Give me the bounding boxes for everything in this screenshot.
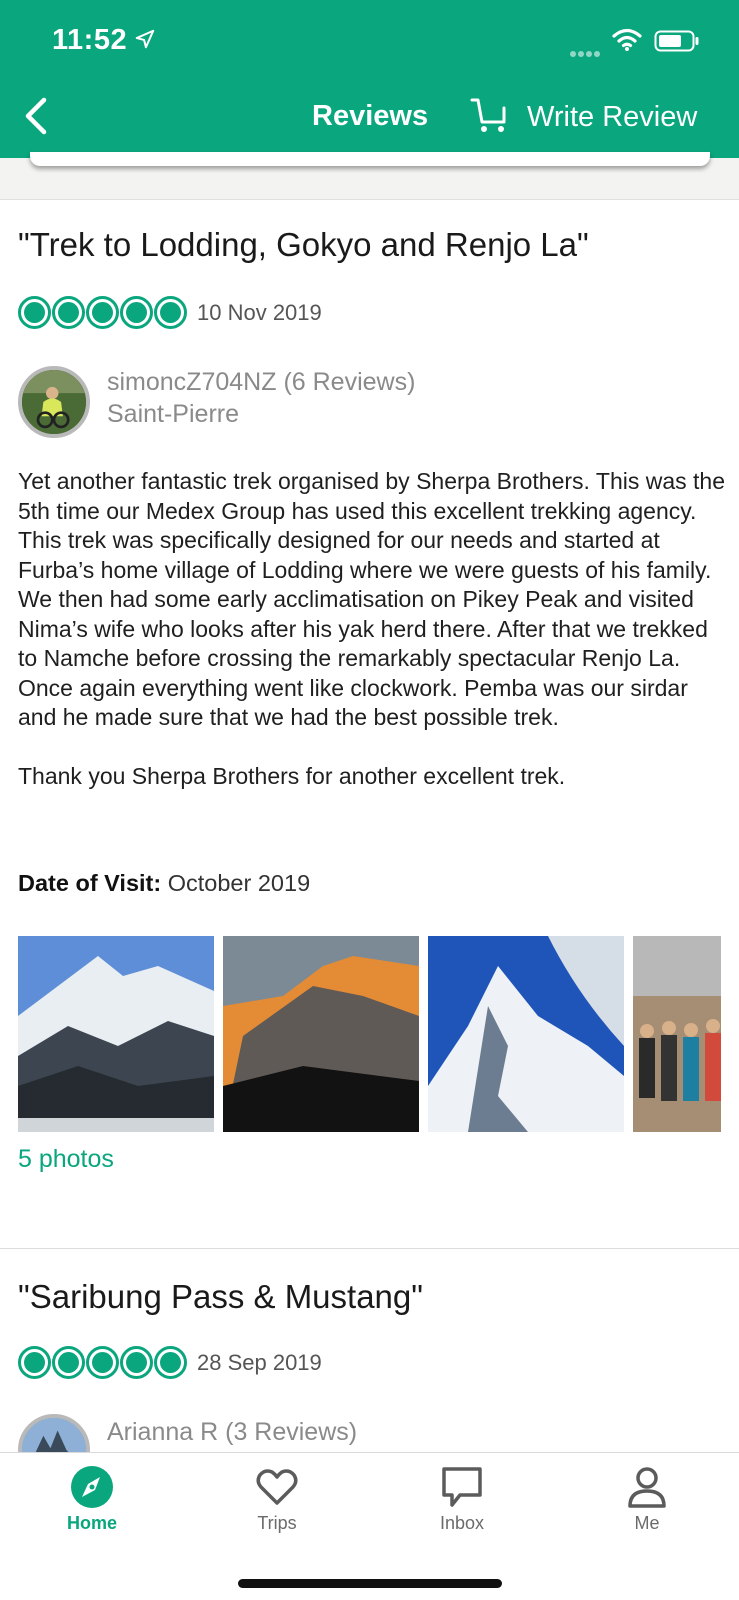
status-time: 11:52	[52, 24, 128, 56]
rating-bubble-icon	[120, 296, 153, 329]
rating-bubble-icon	[120, 1346, 153, 1379]
photo-thumbnail[interactable]	[428, 936, 624, 1132]
tab-home-label: Home	[66, 1513, 117, 1533]
tab-inbox-label: Inbox	[439, 1513, 485, 1533]
top-card-edge	[0, 152, 739, 200]
photo-thumbnail[interactable]	[633, 936, 721, 1132]
photo-thumbnail[interactable]	[223, 936, 419, 1132]
review-body: Yet another fantastic trek organised by …	[18, 468, 726, 789]
tab-home[interactable]: Home	[32, 1465, 152, 1534]
rating-bubble-icon	[154, 1346, 187, 1379]
app-header: 11:52 Reviews Write Review	[0, 0, 739, 158]
nav-bar: Reviews Write Review	[0, 92, 739, 142]
card-shadow	[30, 152, 710, 166]
bottom-tab-bar: Home Trips Inbox Me	[0, 1452, 739, 1600]
rating-bubble-icon	[86, 1346, 119, 1379]
photo-thumbnail[interactable]	[18, 936, 214, 1132]
visit-label: Date of Visit:	[18, 870, 162, 896]
review-date: 28 Sep 2019	[197, 1349, 322, 1375]
cart-icon[interactable]	[470, 96, 510, 134]
date-of-visit: Date of Visit: October 2019	[18, 870, 310, 897]
location-arrow-icon	[135, 29, 155, 49]
tab-trips-label: Trips	[257, 1513, 297, 1533]
rating-bubbles: 10 Nov 2019	[18, 296, 322, 329]
review-date: 10 Nov 2019	[197, 299, 322, 325]
review-title[interactable]: "Trek to Lodding, Gokyo and Renjo La"	[18, 226, 589, 264]
person-icon	[628, 1467, 666, 1508]
review-title[interactable]: "Saribung Pass & Mustang"	[18, 1278, 423, 1316]
status-bar: 11:52	[0, 22, 739, 62]
reviewer-name[interactable]: Arianna R (3 Reviews)	[107, 1416, 357, 1448]
write-review-button[interactable]: Write Review	[527, 101, 697, 134]
wifi-icon	[612, 28, 642, 51]
tab-inbox[interactable]: Inbox	[402, 1465, 522, 1534]
cellular-signal-icon	[570, 44, 602, 62]
visit-value: October 2019	[167, 870, 311, 896]
photo-strip	[18, 936, 721, 1132]
heart-icon	[256, 1469, 298, 1505]
rating-bubble-icon	[52, 296, 85, 329]
rating-bubble-icon	[154, 296, 187, 329]
page-title: Reviews	[312, 100, 429, 132]
avatar[interactable]	[18, 366, 90, 438]
back-chevron-icon[interactable]	[20, 96, 54, 136]
chat-icon	[442, 1467, 482, 1507]
rating-bubble-icon	[18, 1346, 51, 1379]
tab-trips[interactable]: Trips	[217, 1465, 337, 1534]
tab-me[interactable]: Me	[587, 1465, 707, 1534]
rating-bubble-icon	[86, 296, 119, 329]
battery-icon	[654, 30, 699, 52]
review-divider	[0, 1248, 739, 1249]
reviewer-location: Saint-Pierre	[107, 400, 239, 428]
home-indicator	[238, 1579, 502, 1588]
rating-bubble-icon	[18, 296, 51, 329]
photos-link[interactable]: 5 photos	[18, 1145, 114, 1174]
compass-icon	[71, 1466, 113, 1508]
rating-bubbles: 28 Sep 2019	[18, 1346, 322, 1379]
rating-bubble-icon	[52, 1346, 85, 1379]
tab-me-label: Me	[634, 1513, 660, 1533]
reviewer-name[interactable]: simoncZ704NZ (6 Reviews)	[107, 366, 415, 398]
